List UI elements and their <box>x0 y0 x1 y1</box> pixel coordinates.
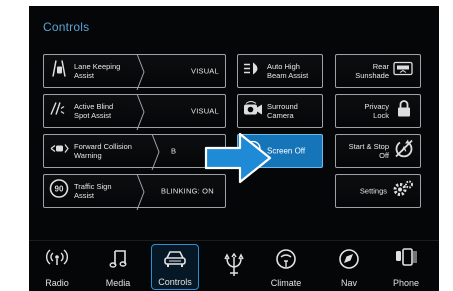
dock-climate[interactable]: Climate <box>264 241 308 291</box>
traffic-sign-number: 90 <box>55 185 64 194</box>
dock-media-label: Media <box>105 278 131 288</box>
traffic-sign-assist-button[interactable]: 90 Traffic Sign Assist BLINKING: ON <box>43 173 226 211</box>
start-stop-off-button[interactable]: Start & Stop Off A <box>335 134 421 168</box>
start-stop-label-2: Off <box>379 151 389 160</box>
lane-keeping-icon <box>50 60 68 83</box>
tile-divider <box>136 93 146 131</box>
sunshade-icon <box>393 61 413 81</box>
surround-camera-icon <box>243 101 263 122</box>
rear-sunshade-label-2: Sunshade <box>355 71 389 80</box>
surround-camera-label: Surround Camera <box>267 102 298 120</box>
auto-high-beam-label-1: Auto High <box>267 62 300 71</box>
settings-label: Settings <box>359 186 387 196</box>
dock-controls-label: Controls <box>158 277 192 287</box>
tile-divider <box>151 133 161 171</box>
start-stop-off-icon: A <box>394 139 414 164</box>
steering-wheel-icon <box>275 248 297 275</box>
surround-camera-label-1: Surround <box>267 102 298 111</box>
dock-phone-label: Phone <box>392 278 420 288</box>
music-note-icon <box>109 248 127 273</box>
lane-keeping-status: VISUAL <box>191 66 219 76</box>
active-blind-spot-button[interactable]: Active Blind Spot Assist VISUAL <box>43 93 226 131</box>
rear-sunshade-button[interactable]: Rear Sunshade <box>335 54 421 88</box>
rear-sunshade-label: Rear Sunshade <box>355 62 389 80</box>
privacy-lock-label: Privacy Lock <box>364 102 389 120</box>
forward-collision-label-2: Warning <box>74 151 102 160</box>
phone-icon <box>394 248 418 271</box>
traffic-sign-label: Traffic Sign Assist <box>74 182 112 200</box>
padlock-icon <box>397 100 411 123</box>
forward-collision-label: Forward Collision Warning <box>74 142 132 160</box>
dock-home-logo[interactable] <box>212 241 256 291</box>
active-blind-label-2: Spot Assist <box>74 111 112 120</box>
dock-controls[interactable]: Controls <box>151 244 199 290</box>
dock-nav[interactable]: Nav <box>327 241 371 291</box>
active-blind-label-1: Active Blind <box>74 102 114 111</box>
traffic-sign-label-2: Assist <box>74 191 95 200</box>
dock-media[interactable]: Media <box>96 241 140 291</box>
privacy-lock-label-2: Lock <box>373 111 389 120</box>
lane-keeping-label-1: Lane Keeping <box>74 62 121 71</box>
car-icon <box>163 250 187 273</box>
forward-collision-status: B <box>171 146 177 156</box>
blind-spot-icon <box>50 100 68 123</box>
forward-collision-button[interactable]: Forward Collision Warning B <box>43 133 226 171</box>
page-title: Controls <box>43 20 90 34</box>
privacy-lock-button[interactable]: Privacy Lock <box>335 94 421 128</box>
start-stop-label: Start & Stop Off <box>349 142 389 160</box>
active-blind-label: Active Blind Spot Assist <box>74 102 113 120</box>
rear-sunshade-label-1: Rear <box>372 62 389 71</box>
forward-collision-icon <box>50 142 70 161</box>
dock-radio[interactable]: Radio <box>35 241 79 291</box>
compass-icon <box>338 248 360 275</box>
surround-camera-button[interactable]: Surround Camera <box>237 94 323 128</box>
active-blind-status: VISUAL <box>191 106 219 116</box>
dock-nav-label: Nav <box>340 278 357 288</box>
lane-keeping-label-2: Assist <box>74 71 95 80</box>
privacy-lock-label-1: Privacy <box>364 102 389 111</box>
gears-icon <box>392 180 414 203</box>
pointer-arrow-icon <box>204 132 272 184</box>
radio-waves-icon <box>46 248 68 271</box>
controls-screen: Controls Lane Keeping Assist VISUAL Acti… <box>29 6 439 291</box>
auto-high-beam-label-2: Beam Assist <box>267 71 309 80</box>
dock-phone[interactable]: Phone <box>384 241 428 291</box>
surround-camera-label-2: Camera <box>267 111 294 120</box>
dock-climate-label: Climate <box>270 278 302 288</box>
auto-high-beam-button[interactable]: Auto High Beam Assist <box>237 54 323 88</box>
forward-collision-label-1: Forward Collision <box>74 142 132 151</box>
traffic-sign-label-1: Traffic Sign <box>74 182 112 191</box>
dock-radio-label: Radio <box>45 278 69 288</box>
trident-logo-icon <box>223 252 245 282</box>
tile-divider <box>136 173 146 211</box>
bottom-dock: Radio Media Controls Climate Nav Phone <box>29 240 439 291</box>
auto-high-beam-label: Auto High Beam Assist <box>267 62 308 80</box>
lane-keeping-assist-button[interactable]: Lane Keeping Assist VISUAL <box>43 53 226 91</box>
start-stop-label-1: Start & Stop <box>348 142 389 151</box>
lane-keeping-label: Lane Keeping Assist <box>74 62 120 80</box>
traffic-sign-90-icon: 90 <box>49 179 69 204</box>
tile-divider <box>136 53 146 91</box>
traffic-sign-status: BLINKING: ON <box>161 186 214 196</box>
high-beam-icon <box>243 62 263 81</box>
settings-button[interactable]: Settings <box>335 174 421 208</box>
